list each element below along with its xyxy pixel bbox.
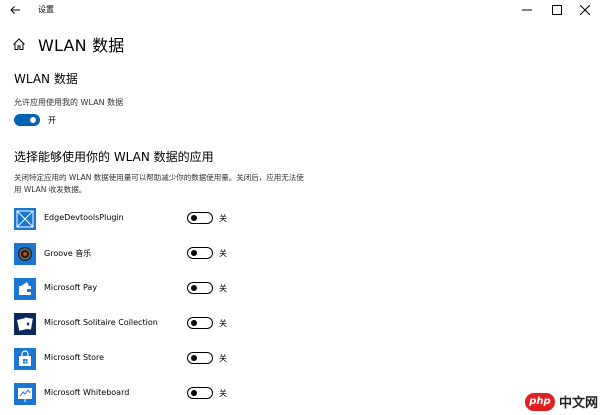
page-title: WLAN 数据: [38, 36, 125, 55]
section-title-wlan: WLAN 数据: [14, 72, 78, 86]
app-toggle-state: 关: [219, 249, 227, 258]
edge-devtools-icon: [14, 208, 36, 230]
app-wlan-toggle[interactable]: [187, 317, 213, 329]
app-toggle-state: 关: [219, 284, 227, 293]
back-arrow-icon[interactable]: [8, 2, 22, 16]
app-wlan-toggle[interactable]: [187, 212, 213, 224]
watermark: php 中文网: [524, 392, 598, 411]
app-name: Microsoft Store: [44, 353, 105, 362]
app-row: Microsoft Solitaire Collection 关: [14, 312, 254, 347]
allow-apps-toggle-row: 开: [14, 114, 56, 126]
app-toggle-state: 关: [219, 389, 227, 398]
app-name: Microsoft Whiteboard: [44, 388, 130, 397]
app-name: Microsoft Pay: [44, 283, 98, 292]
apps-description: 关闭特定应用的 WLAN 数据使用量可以帮助减少你的数据使用量。关闭后，应用无法…: [14, 173, 304, 194]
app-wlan-toggle[interactable]: [187, 247, 213, 259]
app-wlan-toggle[interactable]: [187, 387, 213, 399]
cards-icon: [14, 313, 36, 335]
allow-apps-label: 允许应用使用我的 WLAN 数据: [14, 98, 124, 107]
app-wlan-toggle[interactable]: [187, 352, 213, 364]
minimize-icon[interactable]: [513, 0, 541, 20]
app-name: EdgeDevtoolsPlugin: [44, 213, 124, 222]
groove-music-icon: [14, 243, 36, 265]
app-row: Microsoft Store 关: [14, 347, 254, 382]
app-row: Microsoft Pay 关: [14, 277, 254, 312]
title-bar: 设置: [0, 0, 600, 20]
section-title-apps: 选择能够使用你的 WLAN 数据的应用: [14, 150, 214, 164]
app-list: EdgeDevtoolsPlugin 关 Groove 音乐 关 Microso…: [14, 207, 254, 415]
wallet-icon: [14, 278, 36, 300]
watermark-text: 中文网: [558, 396, 598, 411]
app-row: EdgeDevtoolsPlugin 关: [14, 207, 254, 242]
app-row: Microsoft Whiteboard 关: [14, 382, 254, 415]
app-toggle-state: 关: [219, 319, 227, 328]
page-header: WLAN 数据: [12, 33, 125, 55]
app-wlan-toggle[interactable]: [187, 282, 213, 294]
app-toggle-state: 关: [219, 354, 227, 363]
watermark-logo: php: [524, 392, 555, 411]
maximize-icon[interactable]: [543, 0, 571, 20]
whiteboard-icon: [14, 383, 36, 405]
toggle-state-label: 开: [48, 115, 56, 125]
close-icon[interactable]: [571, 0, 599, 20]
window-title: 设置: [38, 5, 54, 14]
store-bag-icon: [14, 348, 36, 370]
home-icon[interactable]: [12, 37, 26, 51]
app-name: Microsoft Solitaire Collection: [44, 318, 158, 327]
app-toggle-state: 关: [219, 214, 227, 223]
app-row: Groove 音乐 关: [14, 242, 254, 277]
app-name: Groove 音乐: [44, 249, 92, 258]
allow-apps-toggle[interactable]: [14, 114, 40, 126]
